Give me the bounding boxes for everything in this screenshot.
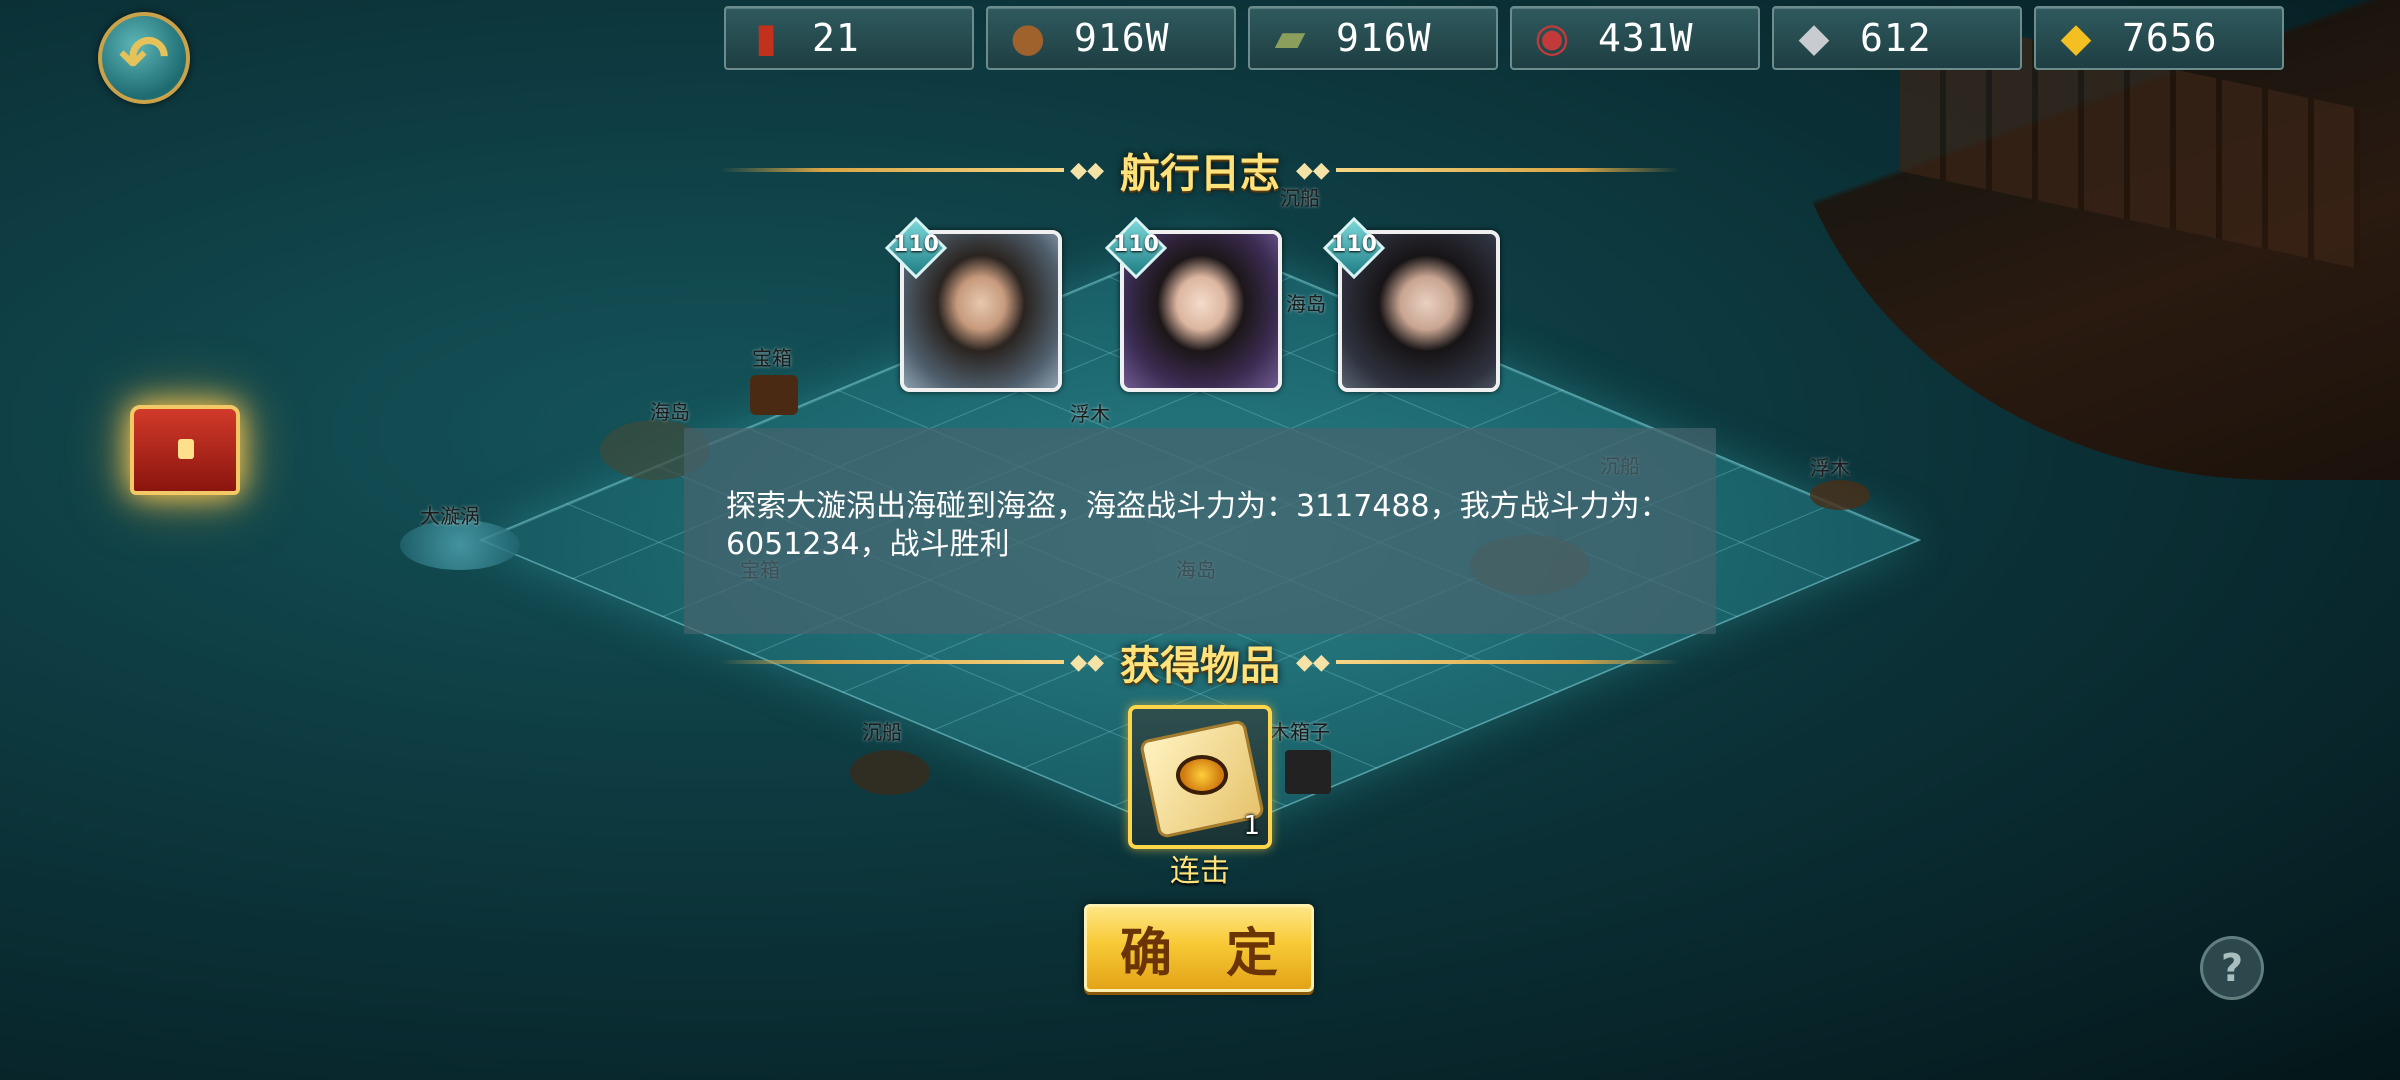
wood-icon: ● [1010,15,1046,61]
combo-emblem-icon [1176,755,1228,795]
reward-count: 1 [1243,811,1260,841]
resource-value: 7656 [2122,16,2218,60]
treasure-box-icon [750,375,798,415]
treasure-chest-button[interactable] [130,405,240,495]
map-label-treasure: 宝箱 [752,346,792,370]
voyage-log-title: 航行日志 [1120,151,1280,197]
divider [1335,660,1680,664]
divider [720,168,1065,172]
resource-silver: ◆ 612 [1772,6,2022,70]
voyage-log-header: ◆◆ 航行日志 ◆◆ [720,140,1680,200]
diamond-ornament-icon: ◆◆ [1296,649,1330,675]
reward-item[interactable]: 1 [1128,705,1272,849]
divider [720,660,1065,664]
hero-level: 110 [1331,232,1377,257]
back-arrow-icon: ↶ [118,23,170,93]
map-label-driftwood: 浮木 [1070,402,1110,426]
help-button[interactable]: ? [2200,936,2264,1000]
resource-wood: ● 916W [986,6,1236,70]
resource-meat: ◉ 431W [1510,6,1760,70]
resource-value: 612 [1860,16,1932,60]
map-label-island: 海岛 [650,400,690,424]
hero-level: 110 [1113,232,1159,257]
divider [1335,168,1680,172]
map-label-driftwood: 浮木 [1810,456,1850,480]
map-label-whirlpool: 大漩涡 [420,504,480,528]
battle-message: 探索大漩涡出海碰到海盗，海盗战斗力为：3117488，我方战斗力为：605123… [726,489,1670,562]
meat-icon: ◉ [1534,15,1570,61]
token-icon: ▮ [754,15,777,61]
rewards-title: 获得物品 [1120,643,1280,689]
resource-token: ▮ 21 [724,6,974,70]
rewards-header: ◆◆ 获得物品 ◆◆ [720,632,1680,692]
resource-bar: ▮ 21 ● 916W ▰ 916W ◉ 431W ◆ 612 ◆ 7656 [724,6,2284,70]
driftwood-icon [1810,480,1870,510]
wooden-crate-icon [1285,750,1331,794]
map-label-crate: 木箱子 [1270,720,1330,744]
diamond-ornament-icon: ◆◆ [1296,157,1330,183]
resource-value: 21 [812,16,860,60]
resource-value: 916W [1336,16,1432,60]
map-label-island: 海岛 [1286,292,1326,316]
resource-value: 431W [1598,16,1694,60]
diamond-ornament-icon: ◆◆ [1070,649,1104,675]
hero-level: 110 [893,232,939,257]
resource-value: 916W [1074,16,1170,60]
shipwreck-icon [850,750,930,795]
map-label-shipwreck: 沉船 [862,720,902,744]
resource-gold: ◆ 7656 [2034,6,2284,70]
resource-stone: ▰ 916W [1248,6,1498,70]
confirm-button[interactable]: 确 定 [1084,904,1314,992]
silver-icon: ◆ [1798,15,1830,61]
back-button[interactable]: ↶ [98,12,190,104]
stone-icon: ▰ [1274,15,1306,61]
diamond-ornament-icon: ◆◆ [1070,157,1104,183]
battle-message-box: 探索大漩涡出海碰到海盗，海盗战斗力为：3117488，我方战斗力为：605123… [684,428,1716,634]
reward-name: 连击 [1170,854,1230,889]
gold-icon: ◆ [2060,15,2092,61]
